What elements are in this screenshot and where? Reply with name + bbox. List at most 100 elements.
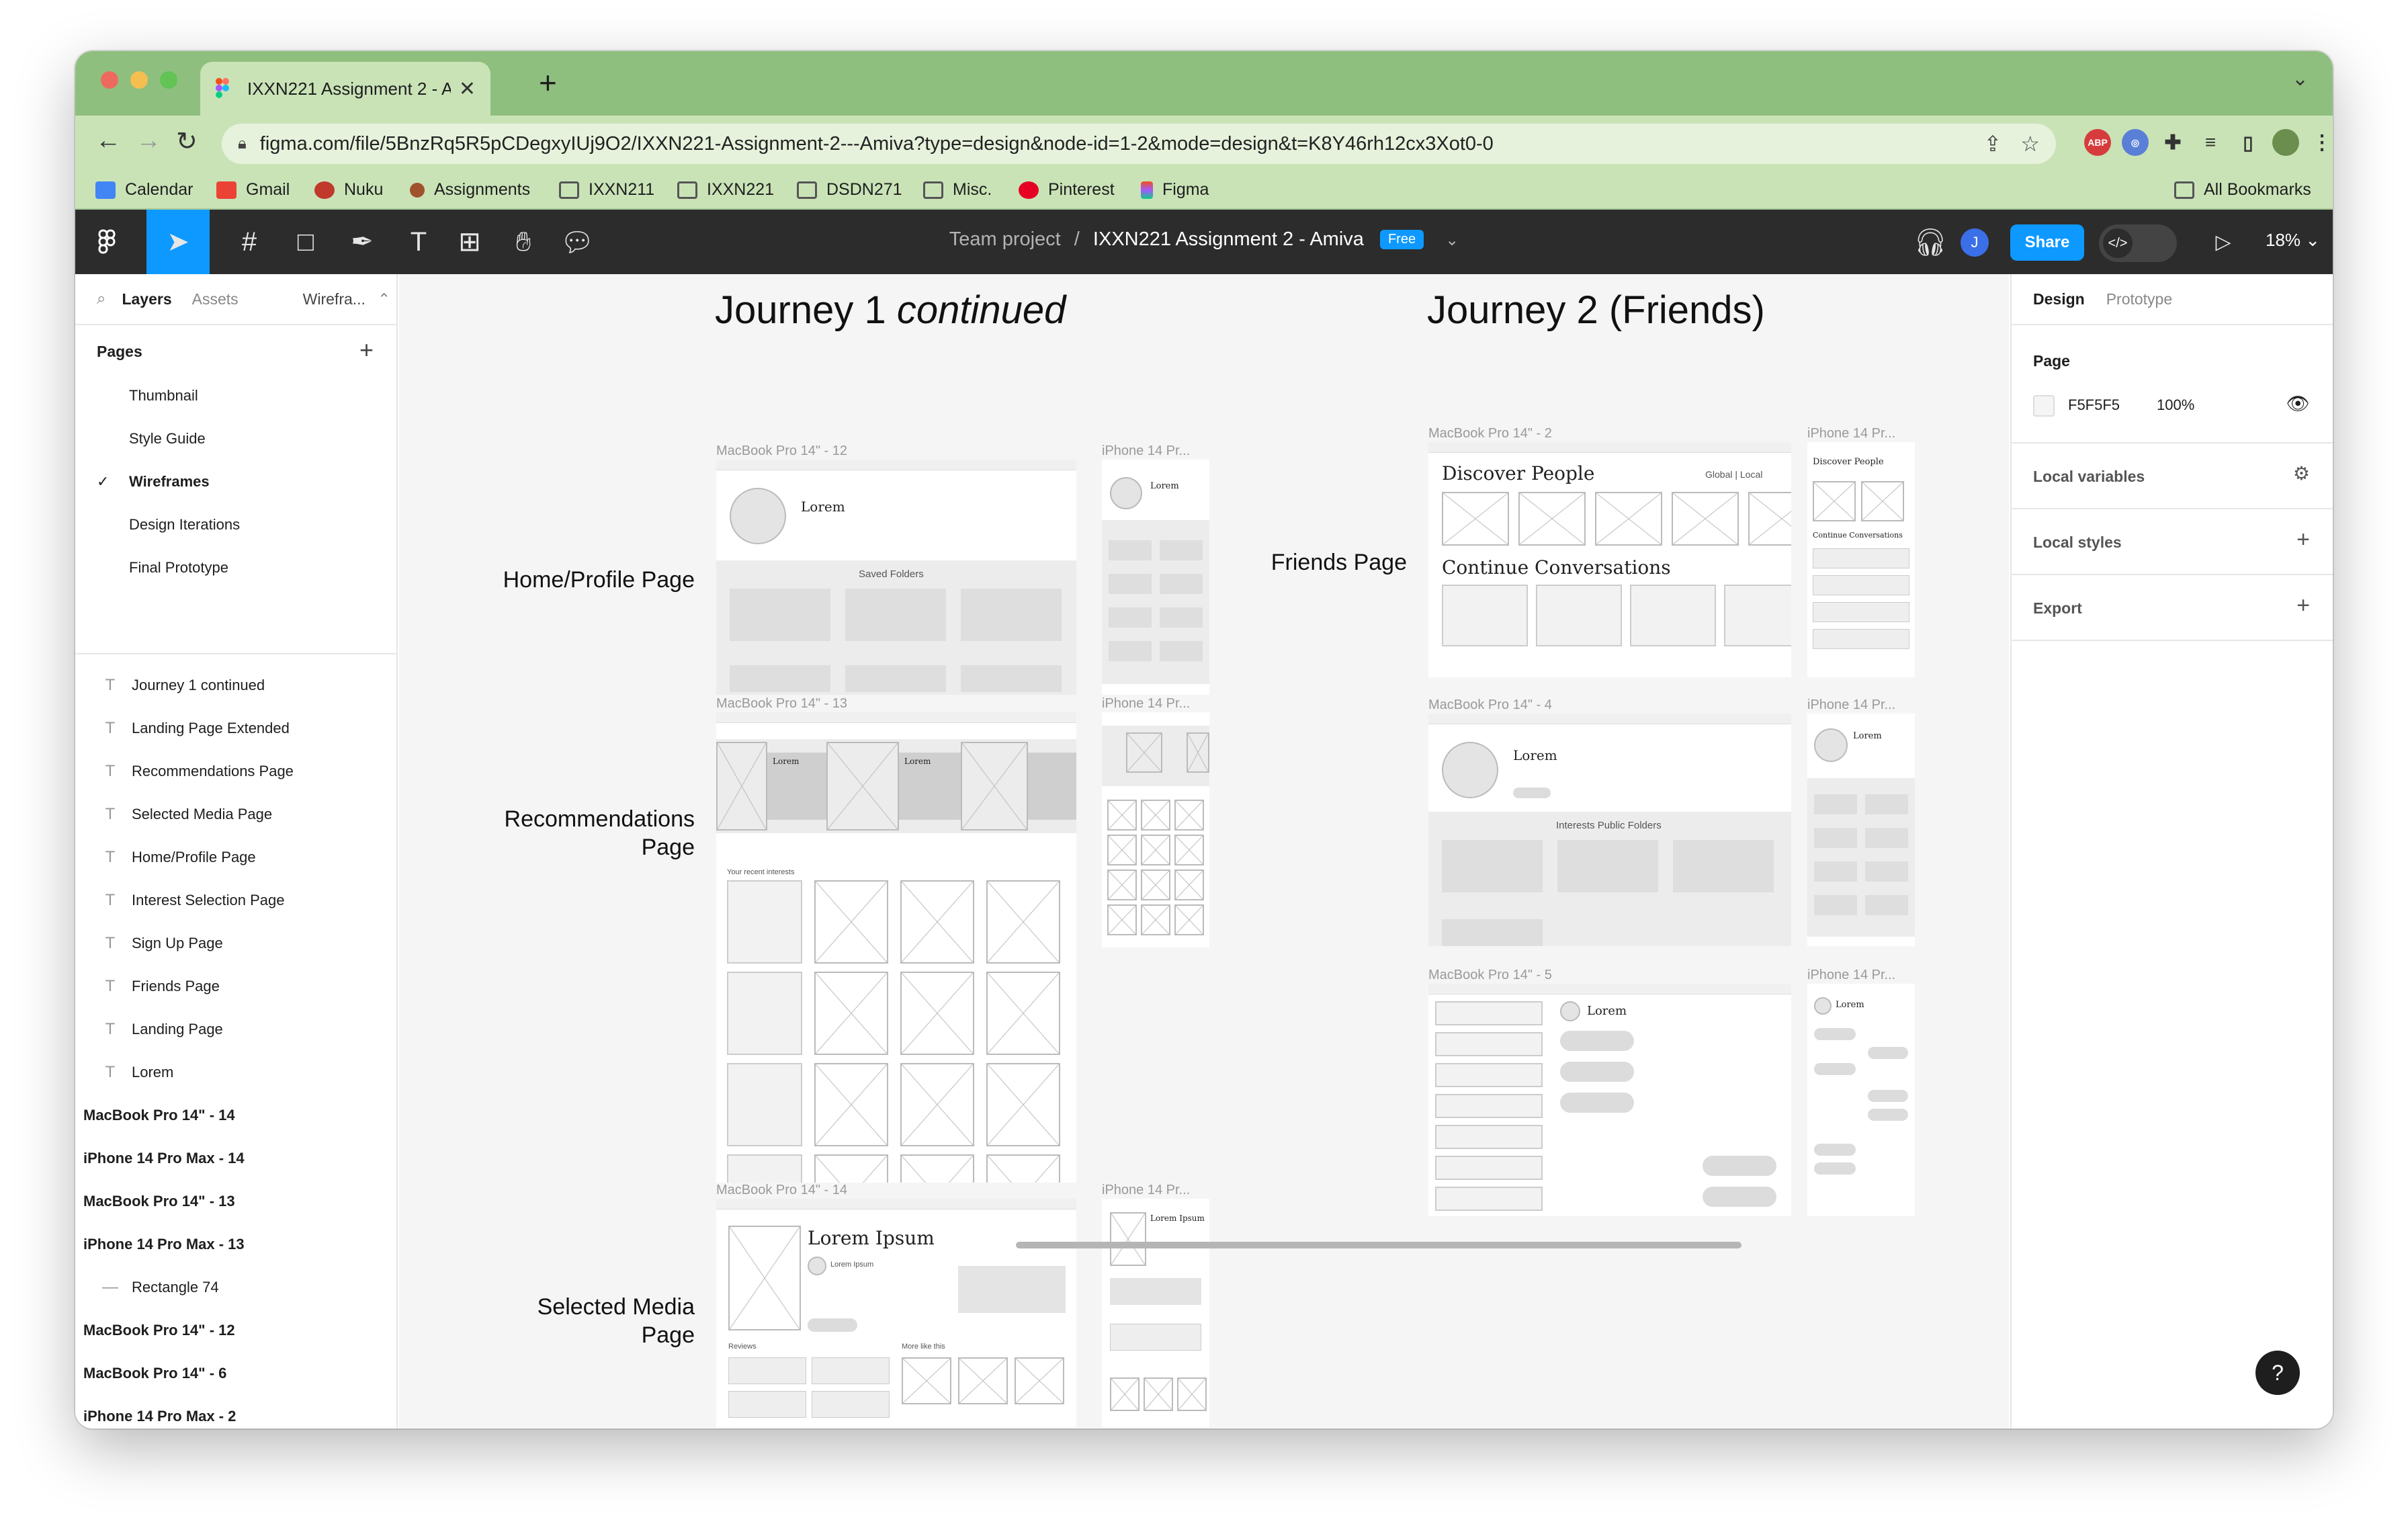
frame-iphone-14[interactable]: Lorem Ipsum — [1102, 1199, 1209, 1427]
variables-settings-icon[interactable]: ⚙︎ — [2293, 462, 2310, 484]
layer-row[interactable]: T Home/Profile Page — [75, 836, 396, 879]
layer-row[interactable]: T Landing Page — [75, 1008, 396, 1051]
tab-close-icon[interactable]: ✕ — [459, 77, 476, 101]
user-avatar[interactable]: J — [1961, 228, 1989, 257]
layer-row[interactable]: #MacBook Pro 14" - 13 — [75, 1180, 396, 1223]
page-switcher[interactable]: Wirefra... — [303, 290, 366, 308]
side-panel-icon[interactable]: ▯ — [2235, 129, 2262, 156]
frame-label-mb12[interactable]: MacBook Pro 14" - 12 — [716, 443, 847, 459]
frame-label-mb5[interactable]: MacBook Pro 14" - 5 — [1428, 968, 1552, 983]
layer-row[interactable]: #iPhone 14 Pro Max - 14 — [75, 1137, 396, 1180]
maximize-window-button[interactable] — [160, 71, 177, 89]
journey-2-title[interactable]: Journey 2 (Friends) — [1427, 288, 1765, 333]
bookmark-folder-misc[interactable]: Misc. — [923, 180, 992, 200]
bookmark-figma[interactable]: Figma — [1141, 180, 1209, 200]
reload-icon[interactable]: ↻ — [176, 126, 198, 157]
page-final-prototype[interactable]: Final Prototype — [129, 559, 228, 577]
visibility-eye-icon[interactable]: 👁︎ — [2286, 392, 2310, 415]
media-queue-icon[interactable]: ≡ — [2197, 129, 2224, 156]
horizontal-scrollbar[interactable] — [1016, 1242, 1742, 1248]
privacy-extension-icon[interactable]: ◎ — [2122, 129, 2149, 156]
frame-macbook-4[interactable]: Lorem Interests Public Folders — [1428, 714, 1791, 946]
layer-row[interactable]: — Rectangle 74 — [75, 1266, 396, 1309]
frame-label-ip14[interactable]: iPhone 14 Pr... — [1102, 1183, 1190, 1198]
page-color-opacity[interactable]: 100% — [2157, 396, 2194, 414]
add-export-icon[interactable]: + — [2296, 593, 2310, 619]
bookmark-calendar[interactable]: Calendar — [95, 180, 193, 200]
frame-macbook-2[interactable]: Discover People Global | Local Continue … — [1428, 442, 1791, 677]
all-bookmarks[interactable]: All Bookmarks — [2174, 180, 2311, 200]
help-button[interactable]: ? — [2255, 1351, 2300, 1395]
collapse-chevron-icon[interactable]: ⌃ — [378, 290, 390, 308]
frame-label-ip2[interactable]: iPhone 14 Pr... — [1807, 426, 1895, 441]
frame-label-ip5[interactable]: iPhone 14 Pr... — [1807, 968, 1895, 983]
layer-row[interactable]: T Landing Page Extended — [75, 707, 396, 750]
layer-row[interactable]: T Interest Selection Page — [75, 879, 396, 922]
add-style-icon[interactable]: + — [2296, 527, 2310, 553]
layer-row[interactable]: T Sign Up Page — [75, 922, 396, 965]
page-wireframes[interactable]: Wireframes — [129, 473, 210, 491]
frame-label-mb4[interactable]: MacBook Pro 14" - 4 — [1428, 697, 1552, 713]
frame-macbook-14[interactable]: Lorem Ipsum Lorem Ipsum Reviews More lik… — [716, 1199, 1076, 1427]
layer-row[interactable]: T Journey 1 continued — [75, 664, 396, 707]
url-text[interactable]: figma.com/file/5BnzRq5R5pCDegxyIUj9O2/IX… — [260, 133, 1965, 155]
zoom-level[interactable]: 18% ⌄ — [2266, 230, 2320, 251]
layer-row[interactable]: #iPhone 14 Pro Max - 2 — [75, 1395, 396, 1429]
bookmark-folder-ixxn221[interactable]: IXXN221 — [677, 180, 774, 200]
layer-row[interactable]: T Recommendations Page — [75, 750, 396, 793]
local-variables-title[interactable]: Local variables — [2033, 468, 2145, 486]
minimize-window-button[interactable] — [130, 71, 148, 89]
frame-macbook-5[interactable]: Lorem — [1428, 984, 1791, 1216]
profile-avatar[interactable] — [2272, 129, 2299, 156]
frame-label-ip4[interactable]: iPhone 14 Pr... — [1807, 697, 1895, 713]
layer-row[interactable]: T Lorem — [75, 1051, 396, 1094]
site-info-icon[interactable]: 🔒︎ — [238, 134, 247, 153]
frame-label-mb14[interactable]: MacBook Pro 14" - 14 — [716, 1183, 847, 1198]
extensions-puzzle-icon[interactable]: ✚ — [2159, 129, 2186, 156]
audio-headphones-icon[interactable]: 🎧︎ — [1899, 210, 1962, 274]
bookmark-gmail[interactable]: Gmail — [216, 180, 290, 200]
bookmark-pinterest[interactable]: Pinterest — [1019, 180, 1115, 200]
layer-row[interactable]: #iPhone 14 Pro Max - 13 — [75, 1223, 396, 1266]
frame-macbook-12[interactable]: Lorem Saved Folders — [716, 460, 1076, 695]
frame-iphone-4[interactable]: Lorem — [1807, 714, 1915, 946]
page-style-guide[interactable]: Style Guide — [129, 430, 206, 448]
share-button[interactable]: Share — [2010, 224, 2084, 261]
tab-search-chevron-icon[interactable]: ⌄ — [2292, 67, 2309, 91]
search-icon[interactable]: ⌕ — [97, 290, 105, 308]
page-design-iterations[interactable]: Design Iterations — [129, 516, 240, 534]
label-selected-media[interactable]: Selected Media Page — [399, 1293, 695, 1349]
layer-row[interactable]: T Selected Media Page — [75, 793, 396, 836]
browser-menu-icon[interactable]: ⋮ — [2309, 129, 2333, 156]
design-canvas[interactable]: Journey 1 continued Journey 2 (Friends) … — [399, 274, 2009, 1429]
present-play-icon[interactable]: ▷ — [2192, 210, 2255, 274]
layer-row[interactable]: #MacBook Pro 14" - 6 — [75, 1352, 396, 1395]
back-arrow-icon[interactable]: ← — [95, 126, 121, 155]
team-project-link[interactable]: Team project — [949, 228, 1061, 250]
browser-tab[interactable]: IXXN221 Assignment 2 - Amiva ✕ — [200, 62, 490, 116]
journey-1-title[interactable]: Journey 1 continued — [715, 288, 1066, 333]
page-color-hex[interactable]: F5F5F5 — [2068, 396, 2120, 414]
frame-iphone-12[interactable]: Lorem — [1102, 460, 1209, 695]
forward-arrow-icon[interactable]: → — [136, 126, 161, 155]
frame-macbook-13[interactable]: Lorem Lorem Your recent interests — [716, 712, 1076, 1183]
dev-mode-toggle[interactable]: </> — [2099, 224, 2177, 262]
page-thumbnail[interactable]: Thumbnail — [129, 387, 198, 405]
add-page-icon[interactable]: + — [359, 336, 374, 364]
frame-label-mb13[interactable]: MacBook Pro 14" - 13 — [716, 696, 847, 712]
tab-design[interactable]: Design — [2033, 290, 2085, 308]
frame-label-ip13[interactable]: iPhone 14 Pr... — [1102, 696, 1190, 712]
layer-row[interactable]: #MacBook Pro 14" - 14 — [75, 1094, 396, 1137]
close-window-button[interactable] — [101, 71, 118, 89]
new-tab-button[interactable]: + — [539, 65, 557, 101]
bookmark-folder-dsdn271[interactable]: DSDN271 — [797, 180, 902, 200]
adblock-extension-icon[interactable]: ABP — [2084, 129, 2111, 156]
tab-assets[interactable]: Assets — [192, 290, 239, 308]
bookmark-nuku[interactable]: Nuku — [314, 180, 383, 200]
address-bar[interactable]: 🔒︎ figma.com/file/5BnzRq5R5pCDegxyIUj9O2… — [222, 124, 2056, 164]
frame-iphone-5[interactable]: Lorem — [1807, 984, 1915, 1216]
share-page-icon[interactable]: ⇪ — [1984, 131, 2002, 157]
tab-layers[interactable]: Layers — [122, 290, 171, 308]
label-friends[interactable]: Friends Page — [1178, 548, 1407, 577]
tab-prototype[interactable]: Prototype — [2106, 290, 2172, 308]
